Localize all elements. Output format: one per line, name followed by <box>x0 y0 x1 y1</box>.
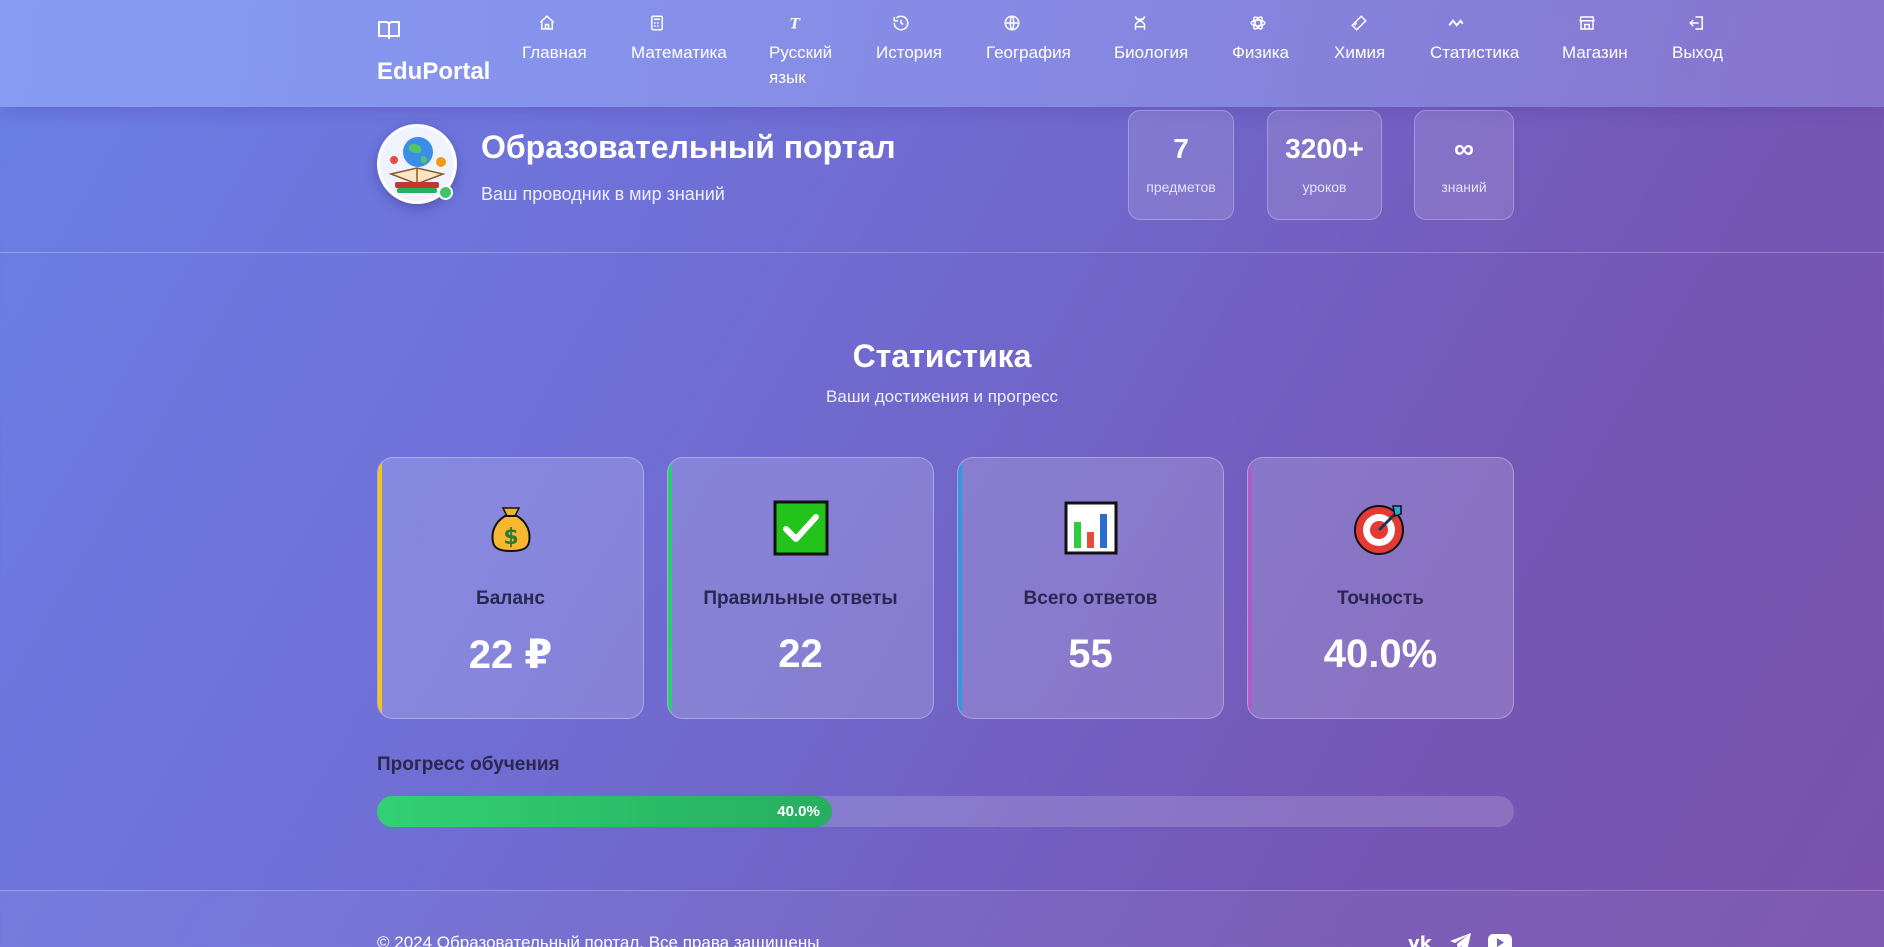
open-book-icon <box>378 21 400 39</box>
check-mark-icon <box>773 500 828 556</box>
nav-store-label: Магазин <box>1562 43 1628 62</box>
nav-history-label: История <box>876 43 942 62</box>
card-total-label: Всего ответов <box>1023 588 1158 609</box>
flask-icon <box>1351 15 1367 31</box>
page-title: Образовательный портал <box>481 129 896 165</box>
progress-fill: 40.0% <box>377 796 832 827</box>
card-accuracy-value: 40.0% <box>1323 632 1438 676</box>
site-header: Образовательный портал Ваш проводник в м… <box>0 107 1884 253</box>
card-correct-label: Правильные ответы <box>703 588 898 609</box>
card-total-answers: Всего ответов 55 <box>957 457 1224 719</box>
youtube-icon[interactable] <box>1487 931 1513 947</box>
nav-geography[interactable]: География <box>986 14 1071 65</box>
dna-icon <box>1134 16 1146 30</box>
stat-lessons: 3200+ уроков <box>1267 110 1382 220</box>
money-bag-icon: $ <box>491 507 530 553</box>
bar-chart-icon <box>1064 501 1117 555</box>
globe-icon <box>1004 15 1020 31</box>
stat-subjects-label: предметов <box>1146 179 1216 195</box>
nav-biology-label: Биология <box>1114 43 1189 62</box>
nav-home[interactable]: Главная <box>522 14 587 65</box>
nav-chemistry-label: Химия <box>1334 43 1386 62</box>
telegram-icon[interactable] <box>1448 931 1474 947</box>
nav-geography-label: География <box>986 43 1071 62</box>
progress-value: 40.0% <box>777 803 820 820</box>
svg-text:T: T <box>790 16 801 32</box>
logout-icon <box>1689 16 1703 30</box>
home-icon <box>539 15 555 30</box>
nav-physics[interactable]: Физика <box>1232 14 1289 65</box>
store-icon <box>1579 16 1595 30</box>
nav-chemistry[interactable]: Химия <box>1334 14 1385 65</box>
stat-subjects: 7 предметов <box>1128 110 1234 220</box>
nav-physics-label: Физика <box>1232 43 1289 62</box>
section-subtitle: Ваши достижения и прогресс <box>826 387 1058 406</box>
svg-text:$: $ <box>503 525 518 550</box>
nav-russian[interactable]: T Русский язык <box>769 14 839 90</box>
svg-text:vk: vk <box>1408 933 1433 947</box>
nav-russian-label: Русский язык <box>769 43 833 87</box>
nav-logout[interactable]: Выход <box>1672 14 1723 65</box>
page-subtitle: Ваш проводник в мир знаний <box>481 184 725 204</box>
online-status-dot <box>438 185 453 200</box>
nav-logout-label: Выход <box>1672 43 1723 62</box>
nav-biology[interactable]: Биология <box>1114 14 1188 65</box>
chart-line-icon <box>1448 19 1464 27</box>
section-title: Статистика <box>852 338 1032 374</box>
nav-history[interactable]: История <box>876 14 942 65</box>
nav-store[interactable]: Магазин <box>1562 14 1628 65</box>
nav-math-label: Математика <box>631 43 727 62</box>
nav-home-label: Главная <box>522 43 587 62</box>
atom-icon <box>1250 16 1266 30</box>
brand-name: EduPortal <box>377 58 491 85</box>
card-total-value: 55 <box>1068 632 1113 676</box>
card-accuracy-label: Точность <box>1337 588 1424 609</box>
nav-statistics-label: Статистика <box>1430 43 1520 62</box>
nav-math[interactable]: Математика <box>631 14 727 65</box>
stat-subjects-value: 7 <box>1173 133 1189 164</box>
progress-label: Прогресс обучения <box>377 754 560 775</box>
vk-icon[interactable]: vk <box>1408 931 1434 947</box>
calculator-icon <box>651 15 663 31</box>
top-navbar: EduPortal Главная Математика T Русский я… <box>0 0 1884 107</box>
card-balance-value: 22 ₽ <box>468 633 553 677</box>
nav-statistics[interactable]: Статистика <box>1430 14 1519 65</box>
card-correct-value: 22 <box>778 632 823 676</box>
brand-logo[interactable]: EduPortal <box>377 18 497 85</box>
card-balance-label: Баланс <box>476 588 545 609</box>
stat-knowledge-value: ∞ <box>1454 133 1474 164</box>
stat-lessons-label: уроков <box>1302 179 1347 195</box>
history-icon <box>893 15 909 31</box>
copyright-text: © 2024 Образовательный портал. Все права… <box>377 933 820 947</box>
stat-knowledge: ∞ знаний <box>1414 110 1514 220</box>
card-correct-answers: Правильные ответы 22 <box>667 457 934 719</box>
stat-lessons-value: 3200+ <box>1285 133 1364 164</box>
stat-knowledge-label: знаний <box>1441 179 1487 195</box>
card-balance: $ Баланс 22 ₽ <box>377 457 644 719</box>
card-accuracy: Точность 40.0% <box>1247 457 1514 719</box>
target-icon <box>1353 505 1404 555</box>
progress-bar: 40.0% <box>377 796 1514 827</box>
footer: © 2024 Образовательный портал. Все права… <box>0 890 1884 947</box>
text-icon: T <box>790 16 801 32</box>
avatar[interactable] <box>377 124 457 204</box>
